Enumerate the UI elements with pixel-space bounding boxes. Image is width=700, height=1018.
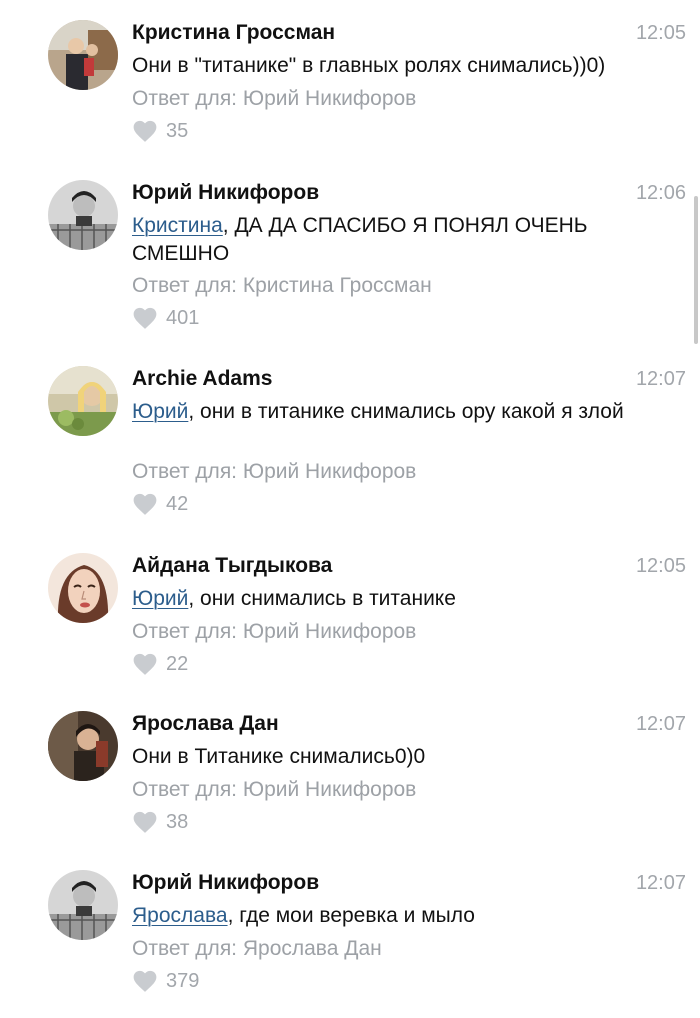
mention-link[interactable]: Кристина xyxy=(132,214,223,237)
comment-author[interactable]: Archie Adams xyxy=(132,366,272,392)
comment-time: 12:07 xyxy=(635,368,686,390)
like-count: 35 xyxy=(166,120,189,142)
comment-item: Юрий Никифоров 12:07 Ярослава, где мои в… xyxy=(0,870,700,995)
avatar[interactable] xyxy=(48,553,118,623)
comment-text: Юрий, они снимались в титанике xyxy=(132,585,652,613)
comment-text: Ярослава, где мои веревка и мыло xyxy=(132,902,652,930)
like-button[interactable]: 379 xyxy=(132,968,199,994)
scrollbar[interactable] xyxy=(694,196,698,344)
heart-icon xyxy=(133,307,157,329)
comment-author[interactable]: Кристина Гроссман xyxy=(132,20,335,46)
like-button[interactable]: 38 xyxy=(132,809,188,835)
mention-link[interactable]: Юрий xyxy=(132,400,188,423)
comment-time: 12:07 xyxy=(635,713,686,735)
comment-item: Айдана Тыгдыкова 12:05 Юрий, они снимали… xyxy=(0,553,700,675)
comment-author[interactable]: Юрий Никифоров xyxy=(132,870,319,896)
heart-icon xyxy=(133,970,157,992)
comment-time: 12:05 xyxy=(635,555,686,577)
avatar[interactable] xyxy=(48,711,118,781)
reply-to-label[interactable]: Ответ для: Юрий Никифоров xyxy=(132,459,416,485)
comment-item: Кристина Гроссман 12:05 Они в "титанике"… xyxy=(0,20,700,160)
comment-body: , они снимались в титанике xyxy=(188,587,456,610)
like-count: 42 xyxy=(166,493,189,515)
avatar[interactable] xyxy=(48,180,118,250)
comment-text: Они в "титанике" в главных ролях снимали… xyxy=(132,52,652,80)
avatar[interactable] xyxy=(48,870,118,940)
comment-text: Они в Титанике снимались0)0 xyxy=(132,743,652,771)
like-count: 401 xyxy=(166,307,200,329)
like-button[interactable]: 42 xyxy=(132,491,188,517)
like-count: 38 xyxy=(166,811,189,833)
avatar[interactable] xyxy=(48,366,118,436)
heart-icon xyxy=(133,653,157,675)
comment-body: , они в титанике снимались ору какой я з… xyxy=(188,400,624,423)
like-button[interactable]: 401 xyxy=(132,305,199,331)
comment-time: 12:07 xyxy=(635,872,686,894)
comment-author[interactable]: Юрий Никифоров xyxy=(132,180,319,206)
comment-text: Юрий, они в титанике снимались ору какой… xyxy=(132,398,652,426)
comment-item: Archie Adams 12:07 Юрий, они в титанике … xyxy=(0,366,700,516)
reply-to-label[interactable]: Ответ для: Кристина Гроссман xyxy=(132,273,432,299)
like-count: 379 xyxy=(166,970,200,992)
mention-link[interactable]: Юрий xyxy=(132,587,188,610)
comment-author[interactable]: Айдана Тыгдыкова xyxy=(132,553,332,579)
like-button[interactable]: 22 xyxy=(132,651,188,677)
heart-icon xyxy=(133,493,157,515)
comment-body: , где мои веревка и мыло xyxy=(227,904,475,927)
comment-time: 12:06 xyxy=(635,182,686,204)
reply-to-label[interactable]: Ответ для: Юрий Никифоров xyxy=(132,777,416,803)
comment-body: Они в "титанике" в главных ролях снимали… xyxy=(132,54,606,77)
comment-item: Ярослава Дан 12:07 Они в Титанике снимал… xyxy=(0,711,700,833)
like-button[interactable]: 35 xyxy=(132,118,188,144)
heart-icon xyxy=(133,811,157,833)
comment-body: Они в Титанике снимались0)0 xyxy=(132,745,426,768)
reply-to-label[interactable]: Ответ для: Юрий Никифоров xyxy=(132,86,416,112)
reply-to-label[interactable]: Ответ для: Ярослава Дан xyxy=(132,936,382,962)
heart-icon xyxy=(133,120,157,142)
comment-text: Кристина, ДА ДА СПАСИБО Я ПОНЯЛ ОЧЕНЬ СМ… xyxy=(132,212,652,268)
avatar[interactable] xyxy=(48,20,118,90)
mention-link[interactable]: Ярослава xyxy=(132,904,228,927)
comment-time: 12:05 xyxy=(635,22,686,44)
comment-item: Юрий Никифоров 12:06 Кристина, ДА ДА СПА… xyxy=(0,180,700,330)
comment-author[interactable]: Ярослава Дан xyxy=(132,711,279,737)
reply-to-label[interactable]: Ответ для: Юрий Никифоров xyxy=(132,619,416,645)
like-count: 22 xyxy=(166,653,189,675)
